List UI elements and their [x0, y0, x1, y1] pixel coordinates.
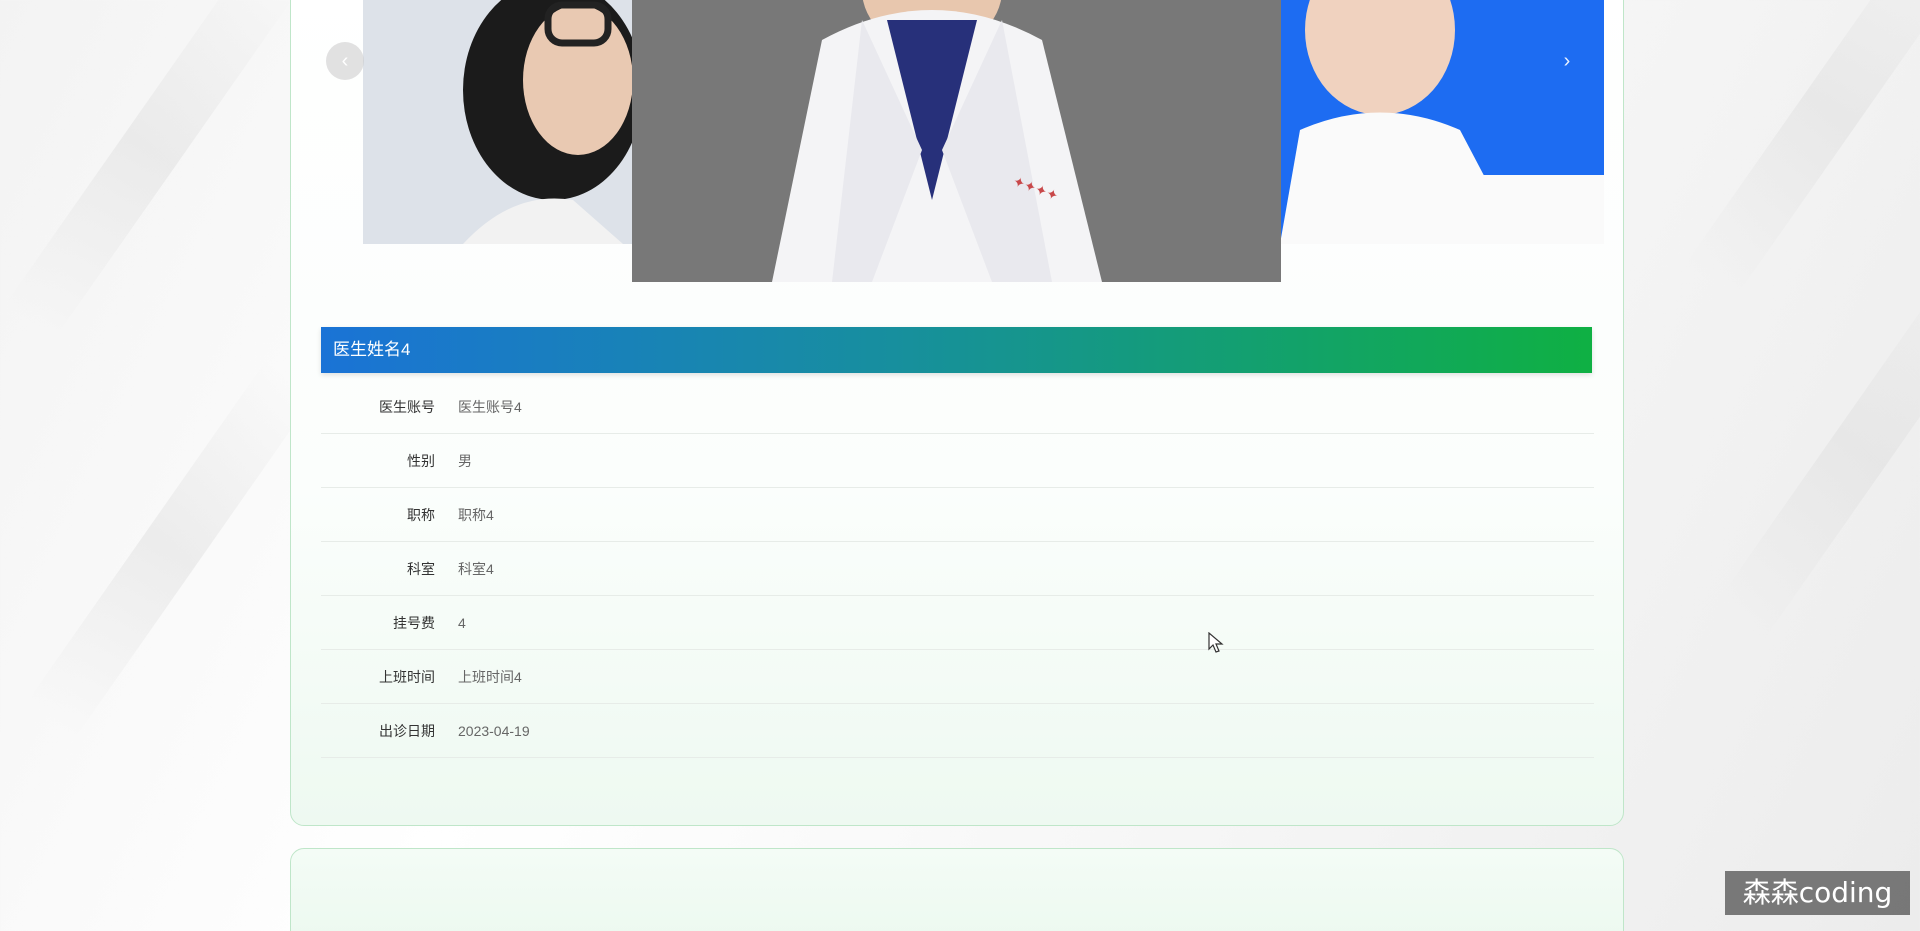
detail-row-department: 科室 科室4	[321, 542, 1594, 596]
detail-label: 上班时间	[379, 668, 435, 685]
detail-label: 医生账号	[379, 398, 435, 415]
mouse-cursor-icon	[1208, 632, 1224, 653]
watermark-label: 森森coding	[1725, 871, 1910, 915]
background-decoration	[1714, 260, 1920, 640]
carousel-next-button[interactable]: ›	[1548, 42, 1586, 80]
detail-value: 上班时间4	[458, 668, 522, 685]
carousel-slide-active[interactable]: ✦✦✦✦	[632, 0, 1281, 282]
doctor-detail-list: 医生账号 医生账号4 性别 男 职称 职称4 科室 科室4 挂号费 4 上班时间…	[321, 380, 1594, 758]
detail-label: 科室	[407, 560, 435, 577]
detail-value: 2023-04-19	[458, 722, 530, 739]
chevron-right-icon: ›	[1563, 49, 1571, 72]
detail-row-fee: 挂号费 4	[321, 596, 1594, 650]
carousel-prev-button[interactable]: ‹	[326, 42, 364, 80]
detail-label: 挂号费	[393, 614, 435, 631]
doctor-name-title: 医生姓名4	[321, 327, 1592, 373]
detail-label: 出诊日期	[379, 722, 435, 739]
detail-value: 医生账号4	[458, 398, 522, 415]
background-decoration	[24, 360, 316, 740]
detail-row-visit-date: 出诊日期 2023-04-19	[321, 704, 1594, 758]
detail-label: 职称	[407, 506, 435, 523]
detail-row-gender: 性别 男	[321, 434, 1594, 488]
carousel-slide-next[interactable]	[1280, 0, 1604, 244]
detail-label: 性别	[407, 452, 435, 469]
chevron-left-icon: ‹	[341, 49, 349, 72]
detail-row-account: 医生账号 医生账号4	[321, 380, 1594, 434]
detail-value: 男	[458, 452, 472, 469]
detail-row-work-time: 上班时间 上班时间4	[321, 650, 1594, 704]
detail-value: 4	[458, 614, 466, 631]
next-section-card	[290, 848, 1624, 931]
doctor-photo-carousel[interactable]: ✦✦✦✦ ‹ ›	[0, 0, 1920, 290]
detail-value: 职称4	[458, 506, 494, 523]
detail-value: 科室4	[458, 560, 494, 577]
detail-row-title: 职称 职称4	[321, 488, 1594, 542]
